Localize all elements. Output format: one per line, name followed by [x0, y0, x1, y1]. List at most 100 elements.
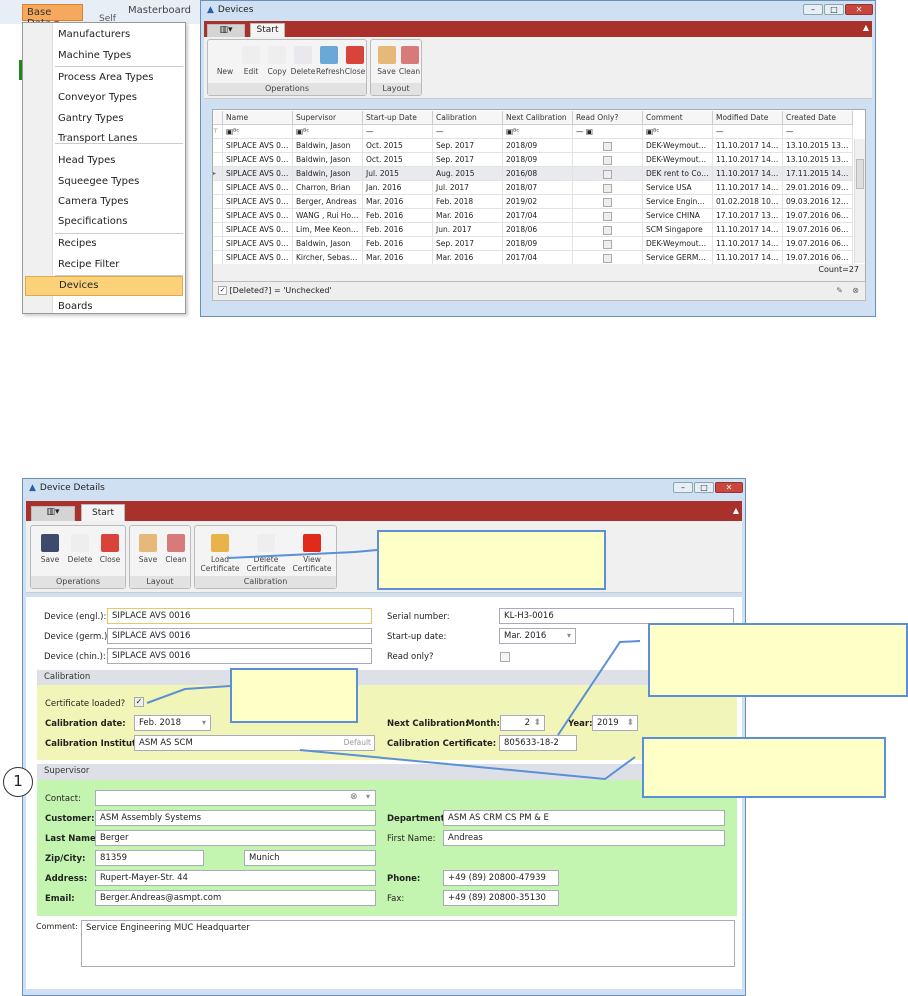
cell[interactable]: Mar. 2016 — [363, 251, 433, 265]
cell[interactable]: Sep. 2017 — [433, 139, 503, 153]
table-row[interactable]: SIPLACE AVS 0017 WANG , Rui Hong Feb. 2016… — [213, 209, 853, 223]
cell[interactable]: 2017/04 — [503, 209, 573, 223]
cell[interactable]: SIPLACE AVS 0017 — [223, 209, 293, 223]
year-spinner[interactable]: 2019 — [592, 715, 638, 731]
load-certificate-button[interactable]: Load Certificate — [197, 534, 243, 573]
city-input[interactable]: Munich — [244, 850, 376, 866]
cell[interactable]: Baldwin, Jason — [293, 153, 363, 167]
cell[interactable] — [573, 237, 643, 251]
menu-item-gantry-types[interactable]: Gantry Types — [58, 113, 124, 124]
cell[interactable]: Service CHINA — [643, 209, 713, 223]
cell[interactable]: 09.03.2016 12:57... — [783, 195, 853, 209]
quick-menu-tab[interactable]: ▥▾ — [207, 24, 245, 37]
cell[interactable]: 2019/02 — [503, 195, 573, 209]
menu-item-squeegee-types[interactable]: Squeegee Types — [58, 176, 139, 187]
menu-item-process-area-types[interactable]: Process Area Types — [58, 72, 153, 83]
filter-text[interactable]: [Deleted?] = 'Unchecked' — [230, 286, 332, 295]
read-only-checkbox[interactable] — [603, 197, 612, 207]
cell[interactable]: 11.10.2017 14:36... — [713, 181, 783, 195]
read-only-checkbox[interactable] — [603, 225, 612, 235]
cell[interactable]: 17.10.2017 13:04... — [713, 209, 783, 223]
maximize-button[interactable]: □ — [824, 4, 844, 15]
cell[interactable]: Oct. 2015 — [363, 139, 433, 153]
cell[interactable]: Aug. 2015 — [433, 167, 503, 181]
menu-item-transport-lanes[interactable]: Transport Lanes — [58, 133, 138, 144]
cell[interactable]: 13.10.2015 13:19... — [783, 153, 853, 167]
calibration-certificate-input[interactable]: 805633-18-2 — [499, 735, 577, 751]
cell[interactable]: Feb. 2016 — [363, 223, 433, 237]
cell[interactable]: Baldwin, Jason — [293, 167, 363, 181]
customer-input[interactable]: ASM Assembly Systems — [95, 810, 376, 826]
cell[interactable]: DEK-Weymouth,... — [643, 139, 713, 153]
refresh-button[interactable]: Refresh — [316, 46, 344, 76]
zip-input[interactable]: 81359 — [95, 850, 204, 866]
cell[interactable] — [573, 181, 643, 195]
read-only-checkbox[interactable] — [603, 183, 612, 193]
cell[interactable]: SCM Singapore — [643, 223, 713, 237]
edit-button[interactable]: Edit — [238, 46, 264, 76]
close-window-button[interactable]: ✕ — [715, 482, 743, 493]
cell[interactable]: Jan. 2016 — [363, 181, 433, 195]
cell[interactable]: 2018/07 — [503, 181, 573, 195]
cell[interactable]: Kircher, Sebastian — [293, 251, 363, 265]
filter-enabled-checkbox[interactable]: ✓ — [218, 286, 227, 295]
grid-scrollbar[interactable] — [854, 139, 865, 263]
cell[interactable]: 11.10.2017 14:37... — [713, 237, 783, 251]
calibration-date-dropdown[interactable]: Feb. 2018 — [134, 715, 211, 731]
cell[interactable]: WANG , Rui Hong — [293, 209, 363, 223]
cell[interactable]: 11.10.2017 14:35... — [713, 167, 783, 181]
quick-menu-tab[interactable]: ▥▾ — [31, 506, 75, 521]
cell[interactable]: Sep. 2017 — [433, 153, 503, 167]
cell[interactable]: Jul. 2017 — [433, 181, 503, 195]
cell[interactable]: Berger, Andreas — [293, 195, 363, 209]
firstname-input[interactable]: Andreas — [443, 830, 725, 846]
new-button[interactable]: New — [212, 46, 238, 76]
cell[interactable]: 19.07.2016 06:34... — [783, 223, 853, 237]
fax-input[interactable]: +49 (89) 20800-35130 — [443, 890, 559, 906]
cell[interactable]: 19.07.2016 06:56... — [783, 237, 853, 251]
cell[interactable]: SIPLACE AVS 0019 — [223, 237, 293, 251]
table-row[interactable]: SIPLACE AVS 0013 Baldwin, Jason Oct. 2015 S… — [213, 153, 853, 167]
certificate-loaded-checkbox[interactable]: ✓ — [134, 697, 144, 707]
cell[interactable]: 29.01.2016 09:36... — [783, 181, 853, 195]
tab-start[interactable]: Start — [81, 504, 125, 521]
calibration-institute-input[interactable]: ASM AS SCM Default — [134, 735, 375, 751]
cell[interactable] — [573, 251, 643, 265]
menu-item-camera-types[interactable]: Camera Types — [58, 196, 129, 207]
cell[interactable] — [573, 167, 643, 181]
close-button[interactable]: Close — [95, 534, 125, 564]
cell[interactable]: 11.10.2017 14:37... — [713, 223, 783, 237]
close-button[interactable]: Close — [342, 46, 368, 76]
cell[interactable]: SIPLACE AVS 0014 — [223, 167, 293, 181]
cell[interactable]: Service Engineeri... — [643, 195, 713, 209]
cell[interactable]: 2017/04 — [503, 251, 573, 265]
minimize-button[interactable]: – — [673, 482, 693, 493]
email-input[interactable]: Berger.Andreas@asmpt.com — [95, 890, 376, 906]
cell[interactable]: Jun. 2017 — [433, 223, 503, 237]
device-engl-input[interactable]: SIPLACE AVS 0016 — [107, 608, 372, 624]
cell[interactable]: Baldwin, Jason — [293, 139, 363, 153]
lastname-input[interactable]: Berger — [95, 830, 376, 846]
address-input[interactable]: Rupert-Mayer-Str. 44 — [95, 870, 376, 886]
menu-item-recipes[interactable]: Recipes — [58, 238, 97, 249]
cell[interactable] — [573, 139, 643, 153]
read-only-checkbox[interactable] — [603, 211, 612, 221]
cell[interactable]: 11.10.2017 14:37... — [713, 251, 783, 265]
cell[interactable]: Lim, Mee Keong... — [293, 223, 363, 237]
cell[interactable]: DEK-Weymouth,... — [643, 237, 713, 251]
table-row[interactable]: ▸ SIPLACE AVS 0014 Baldwin, Jason Jul. 2015… — [213, 167, 853, 181]
cell[interactable] — [573, 195, 643, 209]
view-certificate-button[interactable]: View Certificate — [289, 534, 335, 573]
chevron-down-icon[interactable]: ▾ — [366, 792, 370, 801]
month-spinner[interactable]: 2 — [500, 715, 545, 731]
read-only-checkbox[interactable] — [603, 141, 612, 151]
cell[interactable] — [573, 209, 643, 223]
cell[interactable]: 17.11.2015 14:23... — [783, 167, 853, 181]
department-input[interactable]: ASM AS CRM CS PM & E — [443, 810, 725, 826]
cell[interactable]: Service GERMANY — [643, 251, 713, 265]
cell[interactable]: Feb. 2018 — [433, 195, 503, 209]
collapse-ribbon-icon[interactable]: ▲ — [733, 506, 739, 515]
readonly-checkbox[interactable] — [500, 652, 510, 662]
table-row[interactable]: SIPLACE AVS 0020 Kircher, Sebastian Mar. 2… — [213, 251, 853, 265]
cell[interactable]: 2018/09 — [503, 237, 573, 251]
